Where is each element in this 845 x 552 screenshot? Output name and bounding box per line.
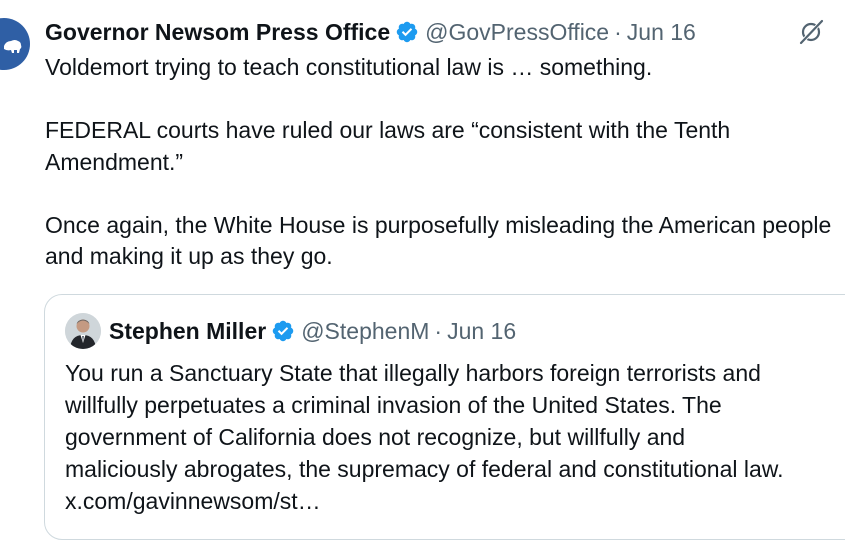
tweet-text: Voldemort trying to teach constitutional… (45, 52, 835, 273)
quoted-tweet[interactable]: Stephen Miller @StephenM · Jun 16 You ru… (44, 294, 845, 540)
bear-icon (4, 40, 22, 53)
tweet-paragraph: FEDERAL courts have ruled our laws are “… (45, 117, 731, 175)
tweet-paragraph: Once again, the White House is purposefu… (45, 211, 832, 270)
tweet-paragraph: Voldemort trying to teach constitutional… (45, 54, 653, 80)
separator-dot: · (434, 317, 443, 344)
quoted-author-handle[interactable]: @StephenM (301, 318, 429, 345)
quoted-author-name[interactable]: Stephen Miller (109, 318, 266, 345)
person-icon (65, 313, 101, 349)
separator-dot: · (614, 18, 622, 45)
author-name[interactable]: Governor Newsom Press Office (45, 19, 390, 46)
tweet-header: Governor Newsom Press Office @GovPressOf… (45, 14, 696, 50)
author-handle[interactable]: @GovPressOffice (425, 19, 609, 46)
quoted-tweet-header: Stephen Miller @StephenM · Jun 16 (65, 313, 516, 349)
avatar[interactable] (0, 18, 30, 70)
grok-icon[interactable] (797, 18, 825, 46)
verified-badge-icon (396, 21, 418, 43)
tweet[interactable]: Governor Newsom Press Office @GovPressOf… (0, 0, 845, 552)
quoted-avatar[interactable] (65, 313, 101, 349)
tweet-date[interactable]: Jun 16 (627, 19, 696, 46)
verified-badge-icon (272, 320, 294, 342)
quoted-tweet-text: You run a Sanctuary State that illegally… (65, 360, 784, 514)
quoted-tweet-date[interactable]: Jun 16 (447, 318, 516, 345)
